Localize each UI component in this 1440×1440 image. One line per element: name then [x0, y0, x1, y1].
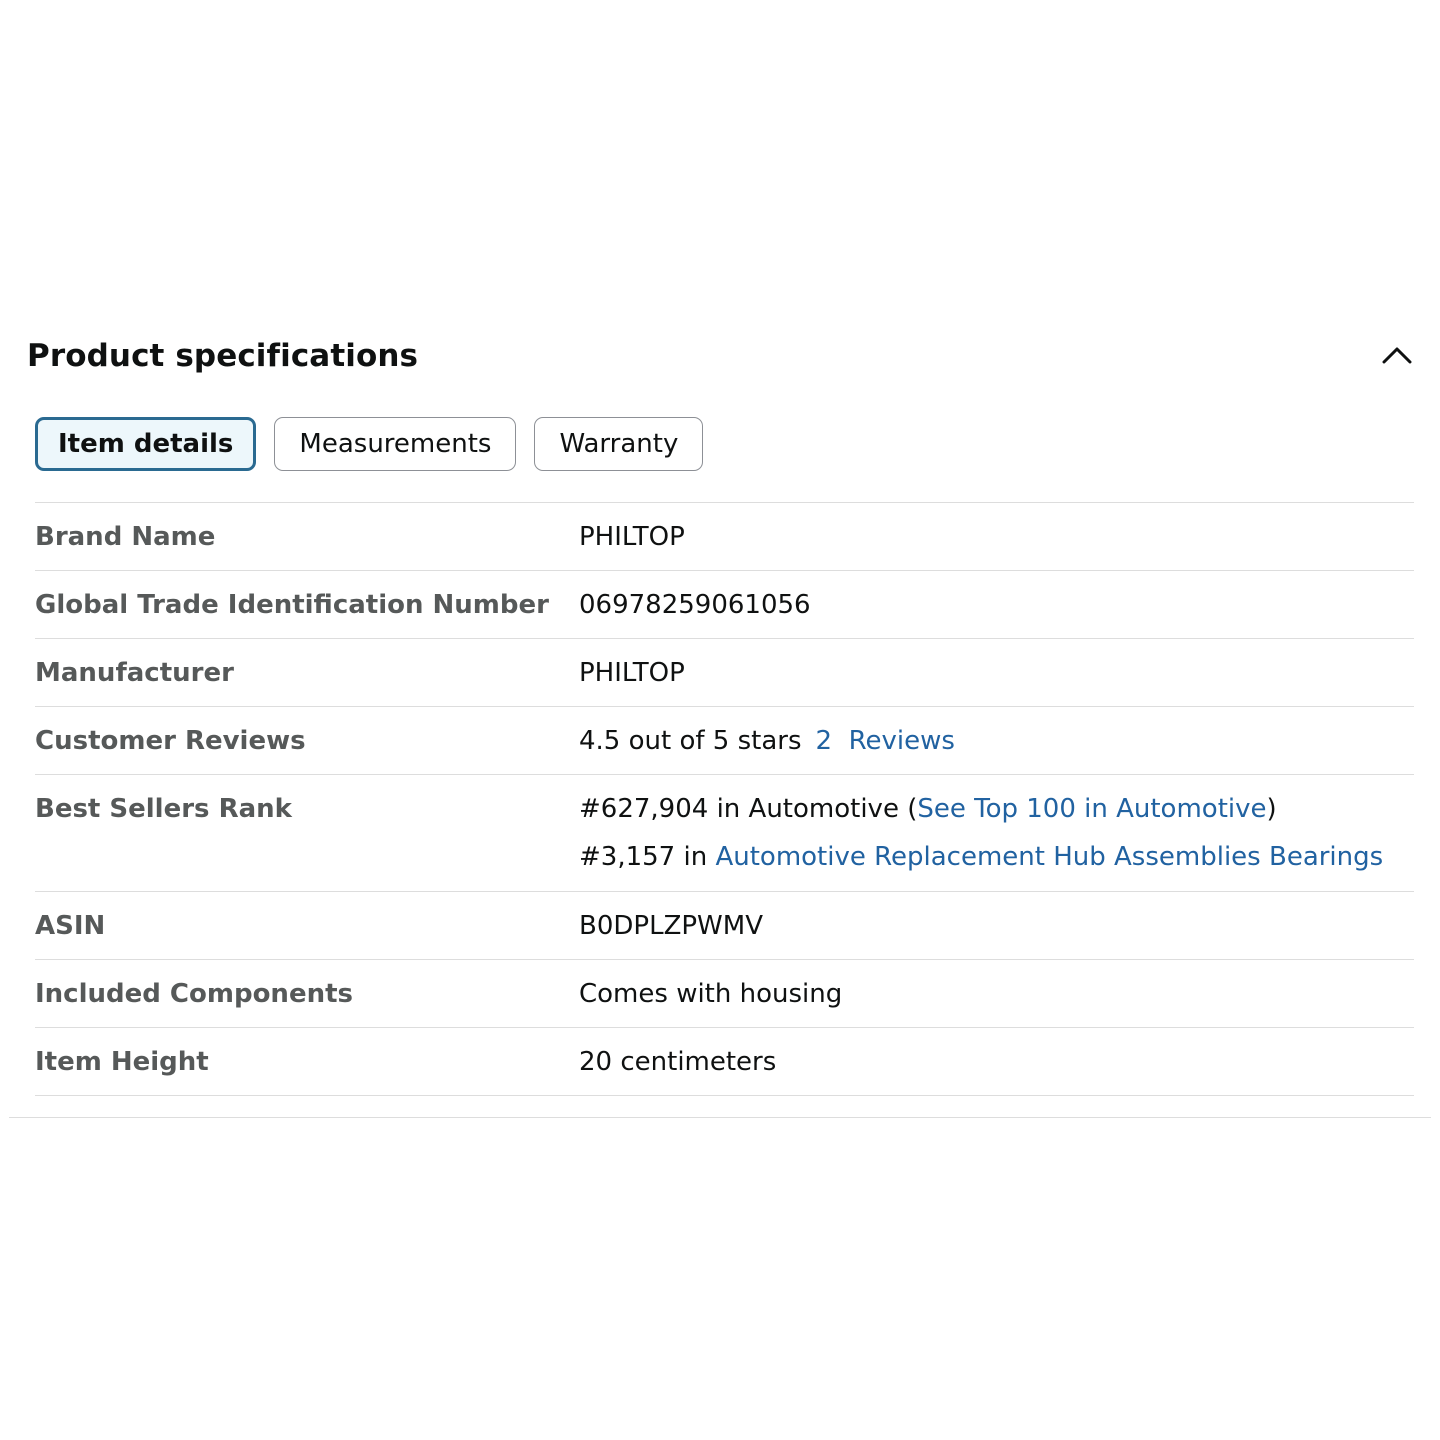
collapse-button[interactable] [1376, 338, 1418, 372]
section-header[interactable]: Product specifications [0, 316, 1440, 400]
section-divider [9, 1117, 1431, 1118]
spec-value: PHILTOP [579, 658, 685, 688]
spec-value: 4.5 out of 5 stars 2 Reviews [579, 724, 1414, 759]
spec-row-best-sellers-rank: Best Sellers Rank #627,904 in Automotive… [35, 775, 1414, 892]
spec-label: Included Components [35, 979, 353, 1009]
rank-line-1: #627,904 in Automotive (See Top 100 in A… [579, 792, 1414, 826]
spec-row-brand-name: Brand Name PHILTOP [35, 503, 1414, 571]
spec-row-included-components: Included Components Comes with housing [35, 960, 1414, 1028]
spec-value: B0DPLZPWMV [579, 911, 763, 941]
spec-label: Item Height [35, 1047, 209, 1077]
tab-warranty[interactable]: Warranty [534, 417, 704, 471]
rank-line-2: #3,157 in Automotive Replacement Hub Ass… [579, 840, 1414, 874]
spec-row-gtin: Global Trade Identification Number 06978… [35, 571, 1414, 639]
rank-1-text: #627,904 in Automotive ( [579, 794, 918, 824]
chevron-up-icon [1382, 347, 1412, 364]
top-100-automotive-link[interactable]: See Top 100 in Automotive [917, 794, 1266, 824]
rank-2-text: #3,157 in [579, 842, 716, 872]
spec-row-customer-reviews: Customer Reviews 4.5 out of 5 stars 2 Rev… [35, 707, 1414, 775]
spec-value: PHILTOP [579, 522, 685, 552]
spec-row-asin: ASIN B0DPLZPWMV [35, 892, 1414, 960]
hub-assemblies-bearings-link[interactable]: Automotive Replacement Hub Assemblies Be… [715, 842, 1383, 872]
tab-measurements[interactable]: Measurements [274, 417, 517, 471]
spec-tabs: Item details Measurements Warranty [35, 417, 704, 471]
spec-value: Comes with housing [579, 979, 843, 1009]
spec-label: Best Sellers Rank [35, 794, 292, 824]
spec-row-item-height: Item Height 20 centimeters [35, 1028, 1414, 1096]
spec-value: 06978259061056 [579, 590, 811, 620]
rating-text: 4.5 out of 5 stars [579, 726, 802, 756]
spec-row-manufacturer: Manufacturer PHILTOP [35, 639, 1414, 707]
spec-value: #627,904 in Automotive (See Top 100 in A… [579, 792, 1414, 876]
rank-1-close: ) [1266, 794, 1277, 824]
reviews-link[interactable]: 2 Reviews [816, 726, 955, 756]
spec-label: ASIN [35, 911, 106, 941]
product-specifications-section: Product specifications Item details Meas… [0, 316, 1440, 1118]
spec-label: Global Trade Identification Number [35, 590, 549, 620]
spec-label: Manufacturer [35, 658, 234, 688]
section-title: Product specifications [27, 338, 419, 374]
spec-label: Brand Name [35, 522, 216, 552]
tab-item-details[interactable]: Item details [35, 417, 257, 471]
spec-label: Customer Reviews [35, 726, 306, 756]
spec-value: 20 centimeters [579, 1047, 777, 1077]
spec-table: Brand Name PHILTOP Global Trade Identifi… [35, 502, 1414, 1096]
